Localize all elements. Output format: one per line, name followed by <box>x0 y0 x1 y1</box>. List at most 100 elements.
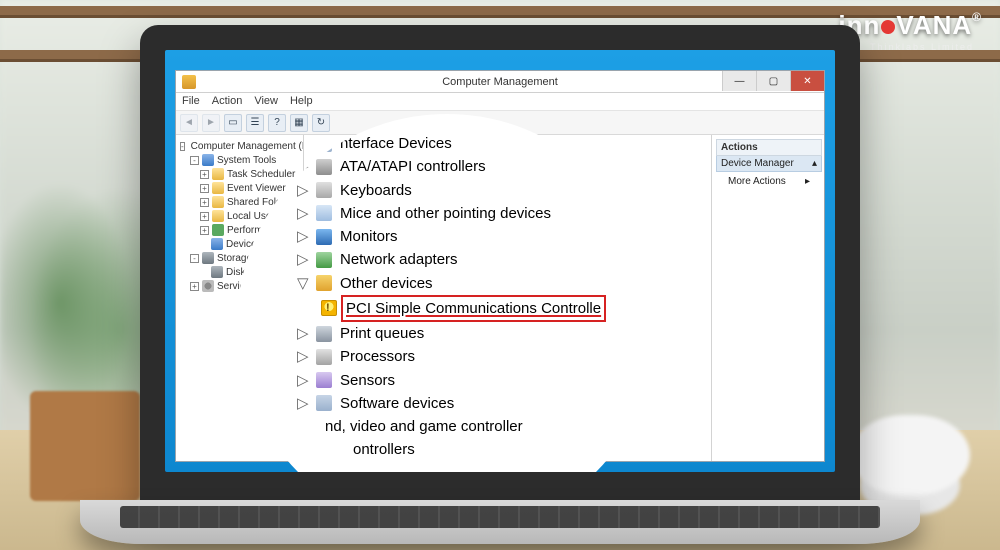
collapse-icon[interactable]: ▷ <box>297 225 308 248</box>
help-button[interactable]: ? <box>268 114 286 132</box>
maximize-button[interactable]: ▢ <box>756 71 790 91</box>
brand-text-b: VANA <box>896 10 972 40</box>
tools-icon <box>202 154 214 166</box>
refresh-button[interactable]: ↻ <box>312 114 330 132</box>
coffee-cup <box>850 415 970 495</box>
collapse-icon[interactable]: ▷ <box>297 179 308 202</box>
tree-event-viewer[interactable]: Event Viewer <box>227 183 286 194</box>
dev-cat-processors[interactable]: ▷ Processors <box>297 345 637 368</box>
hid-icon <box>316 136 332 152</box>
folder-icon <box>212 168 224 180</box>
expand-icon[interactable]: - <box>190 254 199 263</box>
collapse-icon[interactable]: ▷ <box>297 345 308 368</box>
expand-icon[interactable]: + <box>200 184 209 193</box>
collapse-icon[interactable]: ▷ <box>297 248 308 271</box>
collapse-icon[interactable]: ▷ <box>297 369 308 392</box>
ata-icon <box>316 159 332 175</box>
collapse-icon[interactable]: ▷ <box>297 392 308 415</box>
expand-icon[interactable]: + <box>200 212 209 221</box>
dev-label: ontrollers <box>353 438 415 461</box>
keyboard-icon <box>316 182 332 198</box>
dev-cat-ata[interactable]: ▷ ATA/ATAPI controllers <box>297 155 637 178</box>
menu-file[interactable]: File <box>182 95 200 108</box>
show-hide-tree-button[interactable]: ▭ <box>224 114 242 132</box>
keyboard <box>120 506 880 528</box>
other-devices-icon <box>316 275 332 291</box>
properties-button[interactable]: ☰ <box>246 114 264 132</box>
more-actions-label: More Actions <box>728 176 786 187</box>
dev-cat-other[interactable]: ▽ Other devices <box>297 272 637 295</box>
device-mgr-icon <box>211 238 223 250</box>
perf-icon <box>212 224 224 236</box>
watermark-sub: Thinklabs Limited <box>870 42 974 52</box>
dev-cat-software[interactable]: ▷ Software devices <box>297 392 637 415</box>
dev-cat-monitors[interactable]: ▷ Monitors <box>297 225 637 248</box>
dev-cat-sensors[interactable]: ▷ Sensors <box>297 369 637 392</box>
dev-label: nterface Devices <box>340 132 452 155</box>
dev-label: Monitors <box>340 225 398 248</box>
dev-cat-keyboards[interactable]: ▷ Keyboards <box>297 179 637 202</box>
minimize-button[interactable]: — <box>722 71 756 91</box>
dev-cat-network[interactable]: ▷Network adapters <box>297 248 637 271</box>
disk-icon <box>211 266 223 278</box>
actions-section[interactable]: Device Manager ▴ <box>716 156 822 172</box>
dev-label: Keyboards <box>340 179 412 202</box>
dev-cat-hid[interactable]: ▷ nterface Devices <box>297 132 637 155</box>
expand-icon[interactable]: + <box>200 170 209 179</box>
laptop: Computer Management — ▢ ✕ File Action Vi… <box>140 25 860 520</box>
tree-task-scheduler[interactable]: Task Scheduler <box>227 169 295 180</box>
actions-pane: Actions Device Manager ▴ More Actions ▸ <box>712 135 824 461</box>
expand-icon[interactable]: - <box>190 156 199 165</box>
services-icon <box>202 280 214 292</box>
dev-label: Other devices <box>340 272 433 295</box>
mouse-icon <box>316 205 332 221</box>
dev-pci-simple-comm[interactable]: PCI Simple Communications Controlle <box>297 295 637 322</box>
titlebar[interactable]: Computer Management — ▢ ✕ <box>176 71 824 93</box>
folder-icon <box>212 210 224 222</box>
collapse-icon[interactable]: ▷ <box>297 132 308 155</box>
app-icon <box>182 75 196 89</box>
scan-button[interactable]: ▦ <box>290 114 308 132</box>
chevron-right-icon: ▸ <box>805 176 810 187</box>
menu-action[interactable]: Action <box>212 95 243 108</box>
laptop-screen: Computer Management — ▢ ✕ File Action Vi… <box>165 50 835 472</box>
tree-root[interactable]: Computer Management (Local <box>191 141 304 152</box>
actions-section-label: Device Manager <box>721 158 794 169</box>
laptop-base <box>80 500 920 544</box>
back-button: ◄ <box>180 114 198 132</box>
menu-help[interactable]: Help <box>290 95 313 108</box>
expand-icon[interactable]: + <box>200 226 209 235</box>
tree-system-tools[interactable]: System Tools <box>217 155 276 166</box>
dev-cat-sound[interactable]: nd, video and game controller <box>297 415 637 438</box>
dev-label: Sensors <box>340 369 395 392</box>
collapse-icon[interactable]: ▷ <box>297 322 308 345</box>
zoom-lens: ▷ nterface Devices ▷ ATA/ATAPI controllers… <box>237 114 657 472</box>
dev-cat-usb[interactable]: ontrollers <box>297 438 637 461</box>
folder-icon <box>212 196 224 208</box>
dev-label: ATA/ATAPI controllers <box>340 155 486 178</box>
expand-icon[interactable]: + <box>190 282 199 291</box>
cpu-icon <box>316 349 332 365</box>
expand-icon[interactable]: - <box>180 142 185 151</box>
actions-header: Actions <box>716 139 822 156</box>
collapse-icon[interactable]: ▴ <box>812 158 817 169</box>
menu-view[interactable]: View <box>254 95 278 108</box>
dev-label: Print queues <box>340 322 424 345</box>
expand-icon[interactable]: ▽ <box>297 272 308 295</box>
folder-icon <box>212 182 224 194</box>
storage-icon <box>202 252 214 264</box>
forward-button: ► <box>202 114 220 132</box>
menubar: File Action View Help <box>176 93 824 111</box>
software-icon <box>316 395 332 411</box>
collapse-icon[interactable]: ▷ <box>297 155 308 178</box>
close-button[interactable]: ✕ <box>790 71 824 91</box>
dev-label: Mice and other pointing devices <box>340 202 551 225</box>
expand-icon[interactable]: + <box>200 198 209 207</box>
more-actions[interactable]: More Actions ▸ <box>716 172 822 189</box>
monitor-icon <box>316 229 332 245</box>
dev-cat-mice[interactable]: ▷ Mice and other pointing devices <box>297 202 637 225</box>
collapse-icon[interactable]: ▷ <box>297 202 308 225</box>
dev-label: Software devices <box>340 392 454 415</box>
dev-label: Processors <box>340 345 415 368</box>
dev-cat-print[interactable]: ▷ Print queues <box>297 322 637 345</box>
